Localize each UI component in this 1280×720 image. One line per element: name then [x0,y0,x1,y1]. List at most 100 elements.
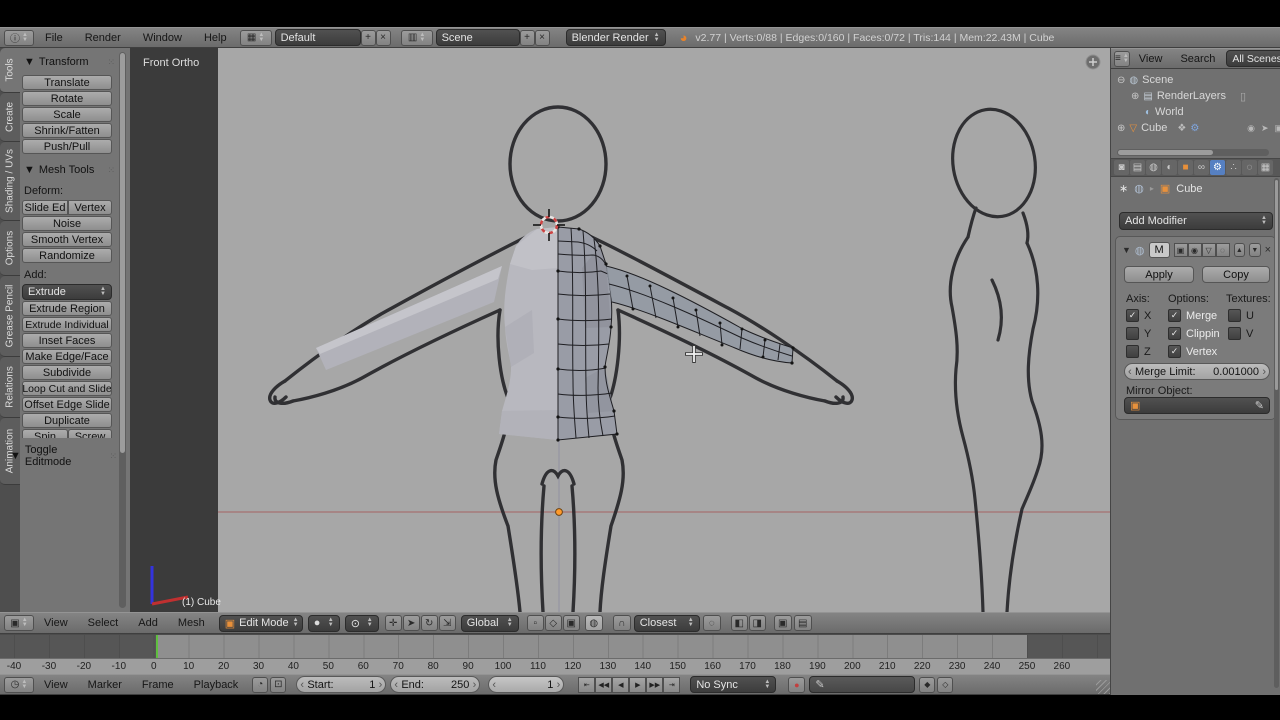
snap-element-select[interactable]: Closest [633,614,700,632]
modifier-toggle-icon[interactable]: ◉ [1187,243,1202,257]
properties-tab[interactable]: ▤ [1130,160,1145,175]
editor-type-selector[interactable]: ≡ [1114,50,1130,67]
manipulator-button[interactable]: ⇲ [438,615,456,631]
snap-magnet-button[interactable]: ∩ [612,615,631,631]
properties-tab[interactable]: ∞ [1194,160,1209,175]
mirror-object-field[interactable]: ▣ ✎ [1124,397,1270,414]
tool-shelf-tab[interactable]: Create [0,93,20,142]
smooth-vertex-button[interactable]: Smooth Vertex [22,232,112,247]
inset-faces-button[interactable]: Inset Faces [22,333,112,348]
screw-button[interactable]: Screw [68,429,112,438]
tool-shelf-scrollbar[interactable] [119,52,126,608]
tool-shelf-tab[interactable]: Relations [0,357,20,418]
current-frame-field[interactable]: 1 [488,676,565,693]
extrude-dropdown[interactable]: Extrude [22,284,112,300]
menu-item[interactable]: Help [193,32,238,44]
modifier-name-field[interactable]: M [1148,242,1170,258]
screen-layout-browser[interactable]: ▦ [239,29,272,46]
axis-x-checkbox[interactable]: X [1126,309,1151,322]
restrict-toggle-icon[interactable]: ➤ [1261,123,1269,134]
properties-tab[interactable]: ◐ [1162,160,1177,175]
loop-cut-slide-button[interactable]: Loop Cut and Slide [22,381,112,396]
tool-shelf-tab[interactable]: Shading / UVs [0,142,20,221]
scene-name[interactable]: Scene [435,29,520,46]
menu-item[interactable]: Playback [184,679,249,691]
manipulator-button[interactable]: ✛ [384,615,402,631]
mode-select[interactable]: ▣ Edit Mode [218,614,303,632]
spin-button[interactable]: Spin [22,429,68,438]
playback-button[interactable]: ◀◀ [595,676,613,693]
outliner-row-cube[interactable]: ⊕ ▽ Cube ❖ ⚙ ◉ ➤ ▣ [1111,120,1280,136]
timeline-tool-icon[interactable]: ◔ [252,676,269,693]
timeline-ruler[interactable]: -40 -30 -20 -10 0 10 20 30 40 50 60 70 80 90 100 110 120… [0,658,1110,675]
copy-button[interactable]: Copy [1202,266,1270,283]
manipulator-button[interactable]: ➤ [402,615,420,631]
menu-item[interactable]: Add [128,617,168,629]
properties-tab[interactable]: ∴ [1226,160,1241,175]
properties-tab[interactable]: ⚙ [1210,160,1225,175]
manipulator-button[interactable]: ↻ [420,615,438,631]
scale-button[interactable]: Scale [22,107,112,122]
collapse-icon[interactable]: ⊕ [1131,91,1139,102]
occlude-geometry-button[interactable]: ◍ [584,615,603,631]
add-layout-button[interactable]: + [360,29,376,46]
playback-button[interactable]: ⇤ [578,676,596,693]
vertex-groups-checkbox[interactable]: Vertex [1168,345,1217,358]
expand-triangle-icon[interactable]: ▼ [1122,245,1131,255]
close-layout-button[interactable]: × [375,29,391,46]
editor-type-selector[interactable]: ⓘ [4,29,34,46]
menu-item[interactable]: Frame [132,679,184,691]
outliner-row-renderlayers[interactable]: ⊕ ▤ RenderLayers ▯ [1111,88,1280,104]
playback-button[interactable]: ▶▶ [646,676,664,693]
textures-u-checkbox[interactable]: U [1228,309,1254,322]
modifier-toggle-icon[interactable]: ◌ [1215,243,1230,257]
toggle-editmode-panel-header[interactable]: ▼ Toggle Editmode ⁙ [10,444,118,468]
push-pull-button[interactable]: Push/Pull [22,139,112,154]
rotate-button[interactable]: Rotate [22,91,112,106]
outliner-filter-select[interactable]: All Scenes [1226,50,1280,67]
shrink-fatten-button[interactable]: Shrink/Fatten [22,123,112,138]
tool-shelf-tab[interactable]: Tools [0,48,20,93]
toggle-button[interactable]: ◧ [730,615,748,631]
snap-target-button[interactable]: ◌ [702,615,721,631]
close-scene-button[interactable]: × [534,29,550,46]
region-resize-grip[interactable] [1096,680,1110,694]
tool-shelf-tab[interactable]: Grease Pencil [0,276,20,357]
add-scene-button[interactable]: + [519,29,535,46]
restrict-toggle-icon[interactable]: ◉ [1247,123,1255,134]
scene-browser[interactable]: ▥ [400,29,433,46]
move-up-icon[interactable]: ▲ [1233,243,1246,257]
collapse-icon[interactable]: ⊕ [1117,123,1125,134]
menu-item[interactable]: View [1130,53,1172,65]
extrude-region-button[interactable]: Extrude Region [22,301,112,316]
keyframe-button-icon[interactable]: ◇ [937,676,954,693]
frame-end-field[interactable]: End: 250 [390,676,481,693]
record-button[interactable]: ● [788,676,806,693]
menu-item[interactable]: Mesh [168,617,215,629]
select-mode-button[interactable]: ◇ [544,615,562,631]
collapse-icon[interactable]: ⊖ [1117,75,1125,86]
timeline-playhead[interactable] [156,635,158,659]
keyframe-button-icon[interactable]: ◆ [919,676,936,693]
textures-v-checkbox[interactable]: V [1228,327,1253,340]
properties-tab[interactable]: ◌ [1242,160,1257,175]
merge-limit-slider[interactable]: Merge Limit: 0.001000 [1124,363,1270,380]
select-mode-button[interactable]: ▣ [562,615,580,631]
outliner-row-world[interactable]: ◐ World [1111,104,1280,120]
clipping-checkbox[interactable]: Clippin [1168,327,1220,340]
subdivide-button[interactable]: Subdivide [22,365,112,380]
menu-item[interactable]: View [34,679,78,691]
modifier-toggle-icon[interactable]: ▣ [1173,243,1188,257]
translate-button[interactable]: Translate [22,75,112,90]
properties-tab[interactable]: ■ [1178,160,1193,175]
offset-edge-slide-button[interactable]: Offset Edge Slide [22,397,112,412]
playback-button[interactable]: ⇥ [663,676,681,693]
toggle-button[interactable]: ◨ [748,615,766,631]
pivot-point-select[interactable]: ⊙ [344,614,379,632]
region-expand-plus-icon[interactable] [1085,54,1101,70]
properties-tab[interactable]: ▦ [1258,160,1273,175]
restrict-toggle-icon[interactable]: ▣ [1274,123,1280,134]
editor-type-selector[interactable]: ▣ [4,615,34,631]
merge-checkbox[interactable]: Merge [1168,309,1217,322]
select-mode-button[interactable]: ▫ [526,615,544,631]
